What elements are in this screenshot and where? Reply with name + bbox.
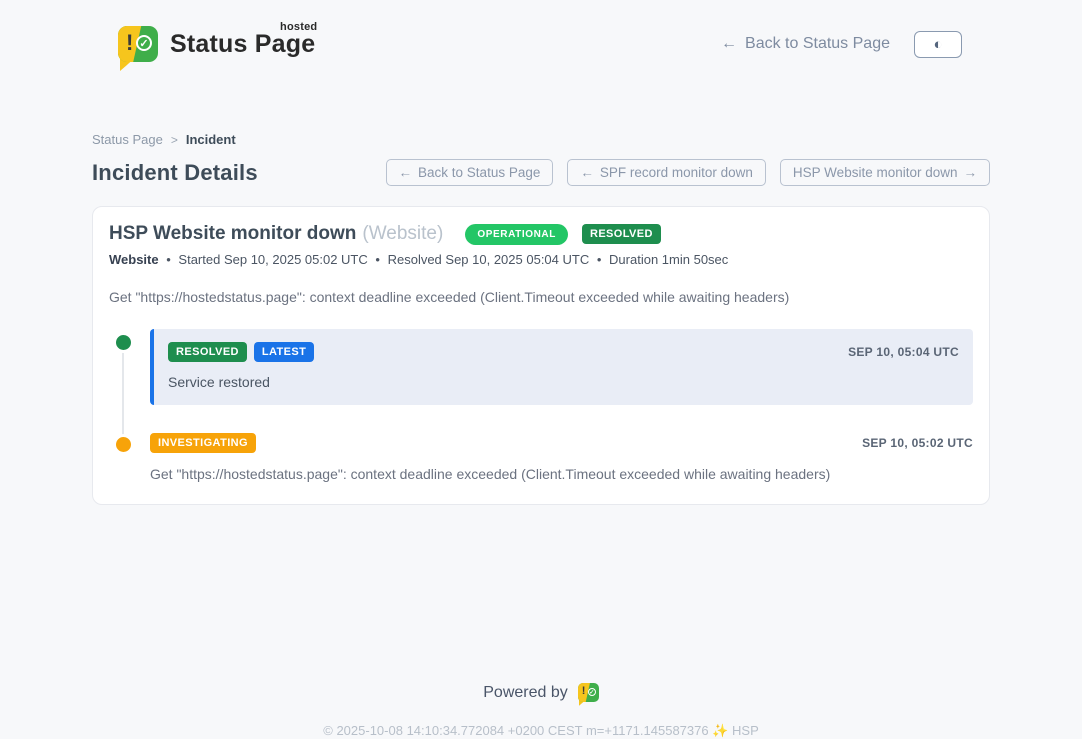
page-title: Incident Details [92,160,258,186]
resolved-state-badge: RESOLVED [582,224,661,244]
incident-meta: Website • Started Sep 10, 2025 05:02 UTC… [109,252,973,267]
header-right: ← Back to Status Page ◐ [721,31,962,58]
app-logo[interactable]: ! ✓ Status Page hosted [118,26,315,62]
exclamation-icon: ! [582,685,586,697]
contrast-icon: ◐ [933,37,942,52]
left-arrow-icon: ← [399,165,413,180]
timeline-entry-resolved: RESOLVED LATEST SEP 10, 05:04 UTC Servic… [109,329,973,405]
right-arrow-icon: → [964,165,978,180]
meta-started: Started Sep 10, 2025 05:02 UTC [178,252,367,267]
incident-title-row: HSP Website monitor down (Website) OPERA… [109,223,973,245]
incident-nav-buttons: ← Back to Status Page ←SPF record monito… [386,159,990,186]
timeline-timestamp: SEP 10, 05:02 UTC [862,436,973,450]
breadcrumb: Status Page > Incident [92,132,990,147]
powered-by-link[interactable]: Powered by ! ✓ [0,683,1082,702]
main-content: Status Page > Incident Incident Details … [92,72,990,505]
resolved-badge: RESOLVED [168,342,247,362]
logo-text: Status Page hosted [170,30,315,59]
header: ! ✓ Status Page hosted ← Back to Status … [0,0,1082,72]
timeline-message: Get "https://hostedstatus.page": context… [150,466,973,482]
timeline-dot-orange [116,437,131,452]
title-row: Incident Details ← Back to Status Page ←… [92,159,990,186]
next-incident-button[interactable]: HSP Website monitor down→ [780,159,990,186]
meta-component: Website [109,252,159,267]
latest-badge: LATEST [254,342,314,362]
timeline-dot-green [116,335,131,350]
incident-card: HSP Website monitor down (Website) OPERA… [92,206,990,505]
incident-timeline: RESOLVED LATEST SEP 10, 05:04 UTC Servic… [109,329,973,482]
meta-resolved: Resolved Sep 10, 2025 05:04 UTC [388,252,590,267]
operational-status-badge: OPERATIONAL [465,224,568,245]
timeline-entry-investigating: INVESTIGATING SEP 10, 05:02 UTC Get "htt… [109,431,973,482]
status-page-logo-icon: ! ✓ [118,26,158,62]
timeline-message: Service restored [168,374,959,390]
back-to-status-page-button[interactable]: ← Back to Status Page [386,159,554,186]
incident-component: (Website) [362,223,443,245]
status-page-logo-icon: ! ✓ [578,683,599,702]
breadcrumb-status-page[interactable]: Status Page [92,132,163,147]
logo-superscript: hosted [280,21,317,33]
left-arrow-icon: ← [580,165,594,180]
chevron-right-icon: > [171,133,178,147]
check-icon: ✓ [136,35,152,51]
theme-toggle-button[interactable]: ◐ [914,31,962,58]
powered-by-label: Powered by [483,684,568,702]
left-arrow-icon: ← [721,35,737,53]
breadcrumb-incident: Incident [186,132,236,147]
incident-title: HSP Website monitor down [109,223,356,245]
incident-description: Get "https://hostedstatus.page": context… [109,289,973,305]
exclamation-icon: ! [126,30,133,56]
timeline-timestamp: SEP 10, 05:04 UTC [848,345,959,359]
investigating-badge: INVESTIGATING [150,433,256,453]
header-back-link[interactable]: ← Back to Status Page [721,35,890,53]
previous-incident-button[interactable]: ←SPF record monitor down [567,159,766,186]
footer: Powered by ! ✓ © 2025-10-08 14:10:34.772… [0,683,1082,739]
check-icon: ✓ [588,688,596,696]
timeline-highlight-box: RESOLVED LATEST SEP 10, 05:04 UTC Servic… [150,329,973,405]
meta-duration: Duration 1min 50sec [609,252,728,267]
